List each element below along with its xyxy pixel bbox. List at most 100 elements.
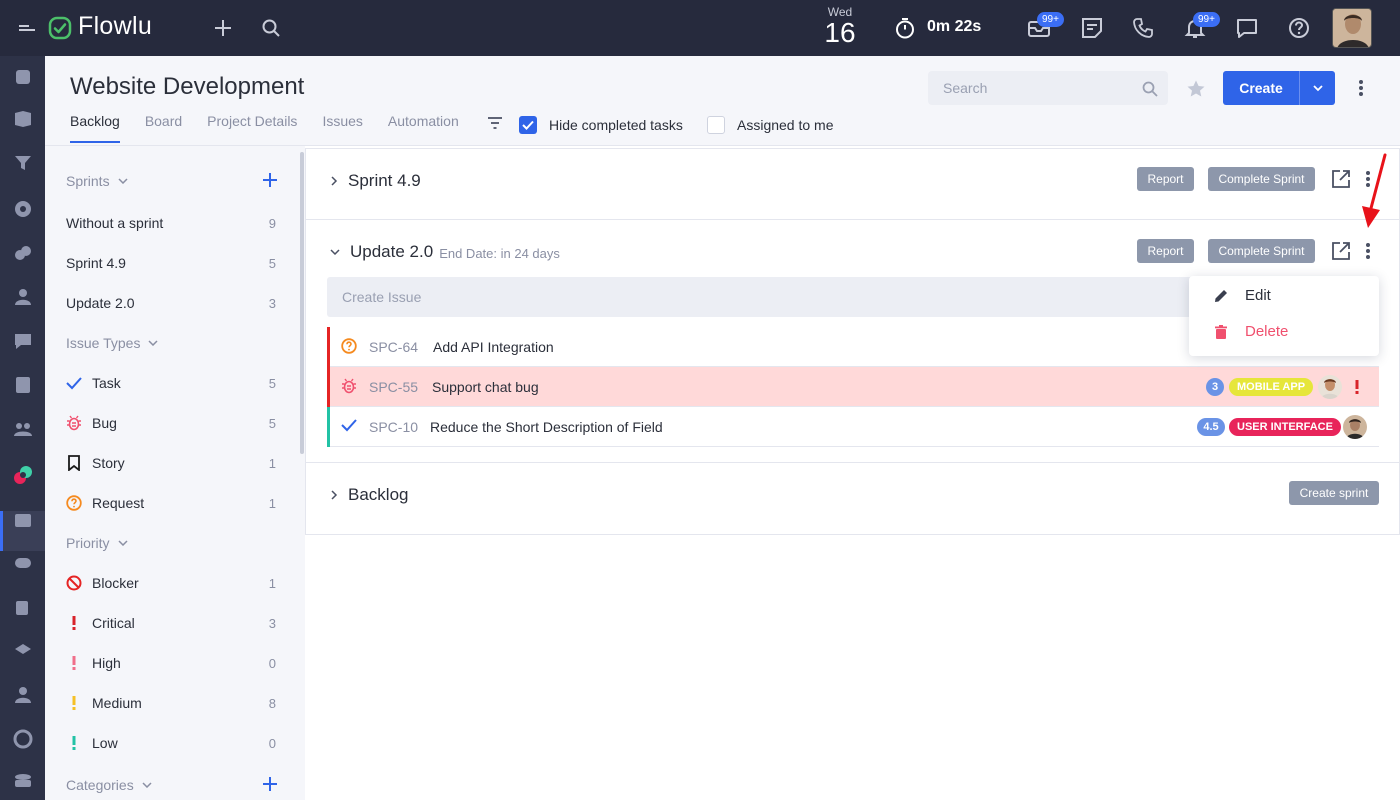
add-icon[interactable] (212, 17, 234, 39)
sprints-section-header[interactable]: Sprints (66, 173, 128, 189)
sidebar-item-count: 1 (268, 495, 276, 511)
menu-item-edit[interactable]: Edit (1213, 287, 1271, 304)
issue-key[interactable]: SPC-64 (369, 339, 418, 355)
report-button[interactable]: Report (1137, 167, 1194, 191)
issue-key[interactable]: SPC-10 (369, 419, 418, 435)
rail-funnel-icon[interactable] (12, 152, 34, 174)
create-sprint-button[interactable]: Create sprint (1289, 481, 1379, 505)
assigned-to-me-checkbox[interactable] (707, 116, 725, 134)
table-row[interactable]: SPC-10 Reduce the Short Description of F… (327, 407, 1379, 447)
help-icon[interactable] (1287, 16, 1311, 40)
tab-project-details[interactable]: Project Details (207, 113, 297, 143)
sidebar-item-task[interactable]: Task 5 (66, 373, 276, 393)
table-row[interactable]: SPC-55 Support chat bug 3 MOBILE APP (327, 367, 1379, 407)
sidebar-item-critical[interactable]: Critical 3 (66, 613, 276, 633)
menu-item-delete[interactable]: Delete (1213, 323, 1288, 340)
timer-value[interactable]: 0m 22s (927, 18, 981, 36)
sidebar-item-medium[interactable]: Medium 8 (66, 693, 276, 713)
issue-title[interactable]: Support chat bug (432, 379, 539, 395)
rail-toggle-icon[interactable] (12, 552, 34, 574)
category-tag[interactable]: MOBILE APP (1229, 378, 1314, 396)
issue-title[interactable]: Add API Integration (433, 339, 554, 355)
header-more-icon[interactable] (1358, 79, 1364, 102)
rail-chat-icon[interactable] (12, 330, 34, 352)
sidebar-item-request[interactable]: Request 1 (66, 493, 276, 513)
rail-link-icon[interactable] (12, 242, 34, 264)
rail-tasks-icon[interactable] (12, 108, 34, 130)
sidebar-item-story[interactable]: Story 1 (66, 453, 276, 473)
priority-bar (327, 407, 330, 447)
chevron-right-icon[interactable] (330, 176, 338, 186)
create-button[interactable]: Create (1223, 71, 1335, 105)
complete-sprint-button[interactable]: Complete Sprint (1208, 239, 1315, 263)
search-field-icon[interactable] (1142, 81, 1158, 102)
user-avatar[interactable] (1332, 8, 1372, 48)
rail-box-icon[interactable] (12, 508, 34, 530)
add-sprint-plus-icon[interactable] (262, 172, 278, 193)
rail-team-icon[interactable] (12, 286, 34, 308)
high-exclamation-icon (66, 655, 82, 671)
sidebar-item-count: 5 (268, 415, 276, 431)
search-input[interactable] (928, 71, 1168, 105)
rail-stack-icon[interactable] (12, 770, 34, 792)
filter-icon[interactable] (487, 116, 503, 135)
complete-sprint-button[interactable]: Complete Sprint (1208, 167, 1315, 191)
sidebar-item-bug[interactable]: Bug 5 (66, 413, 276, 433)
sidebar-item-high[interactable]: High 0 (66, 653, 276, 673)
issue-types-section-header[interactable]: Issue Types (66, 335, 158, 351)
rail-docs-icon[interactable] (12, 374, 34, 396)
notes-icon[interactable] (1080, 16, 1104, 40)
open-external-icon[interactable] (1331, 241, 1351, 266)
rail-agile-icon[interactable] (12, 464, 34, 486)
issue-title[interactable]: Reduce the Short Description of Field (430, 419, 663, 435)
rail-target-icon[interactable] (12, 198, 34, 220)
annotation-arrow-icon (1356, 152, 1392, 237)
sidebar-item-without-sprint[interactable]: Without a sprint 9 (66, 213, 276, 233)
sprint-title: Sprint 4.9 (348, 171, 421, 190)
rail-users-icon[interactable] (12, 684, 34, 706)
favorite-star-icon[interactable] (1186, 79, 1206, 104)
create-button-label[interactable]: Create (1223, 71, 1300, 105)
create-dropdown-chevron-icon[interactable] (1300, 71, 1335, 105)
chevron-right-icon[interactable] (330, 490, 338, 500)
assignee-avatar[interactable] (1343, 415, 1367, 439)
chevron-down-icon (118, 540, 128, 546)
rail-pages-icon[interactable] (12, 596, 34, 618)
open-external-icon[interactable] (1331, 169, 1351, 194)
search-icon[interactable] (260, 17, 282, 39)
tab-board[interactable]: Board (145, 113, 182, 143)
sidebar-item-label: High (92, 655, 121, 671)
rail-crm-icon[interactable] (12, 66, 34, 88)
date-day-number: 16 (824, 17, 856, 48)
issue-key[interactable]: SPC-55 (369, 379, 418, 395)
priority-section-header[interactable]: Priority (66, 535, 128, 551)
backlog-header[interactable]: Backlog (330, 485, 408, 505)
tab-backlog[interactable]: Backlog (70, 113, 120, 143)
logo-text[interactable]: Flowlu (78, 12, 152, 41)
rail-circle-icon[interactable] (12, 728, 34, 750)
sidebar-item-low[interactable]: Low 0 (66, 733, 276, 753)
rail-hat-icon[interactable] (12, 640, 34, 662)
stopwatch-icon[interactable] (893, 16, 917, 40)
chevron-down-icon[interactable] (330, 248, 340, 256)
menu-collapse-icon[interactable] (18, 18, 38, 38)
phone-icon[interactable] (1131, 16, 1155, 40)
date-display[interactable]: Wed 16 (818, 6, 862, 48)
add-category-plus-icon[interactable] (262, 776, 278, 797)
assignee-avatar[interactable] (1318, 375, 1342, 399)
hide-completed-checkbox[interactable] (519, 116, 537, 134)
tab-automation[interactable]: Automation (388, 113, 459, 143)
report-button[interactable]: Report (1137, 239, 1194, 263)
sprint-more-icon[interactable] (1365, 242, 1371, 265)
rail-people-icon[interactable] (12, 418, 34, 440)
sidebar-item-sprint-4-9[interactable]: Sprint 4.9 5 (66, 253, 276, 273)
sidebar-item-blocker[interactable]: Blocker 1 (66, 573, 276, 593)
categories-section-header[interactable]: Categories (66, 777, 152, 793)
sprint-header[interactable]: Sprint 4.9 (330, 171, 421, 191)
sprint-header[interactable]: Update 2.0 End Date: in 24 days (330, 242, 560, 262)
tab-issues[interactable]: Issues (322, 113, 362, 143)
chat-icon[interactable] (1235, 16, 1259, 40)
sidebar-scrollbar[interactable] (300, 152, 304, 454)
sidebar-item-update-2-0[interactable]: Update 2.0 3 (66, 293, 276, 313)
category-tag[interactable]: USER INTERFACE (1229, 418, 1341, 436)
